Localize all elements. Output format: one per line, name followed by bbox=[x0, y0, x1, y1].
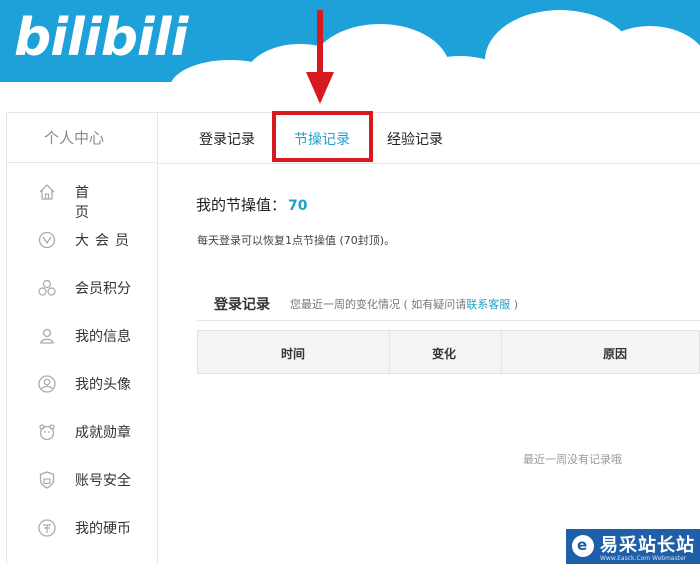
tab-experience-records[interactable]: 经验记录 bbox=[387, 129, 443, 149]
sidebar-item-label: 首 页 bbox=[75, 185, 143, 221]
integrity-hint: 每天登录可以恢复1点节操值 (70封顶)。 bbox=[197, 234, 396, 247]
column-header-change: 变化 bbox=[432, 347, 457, 361]
contact-support-link[interactable]: 联系客服 bbox=[466, 298, 510, 311]
watermark-text: 易采站长站 bbox=[600, 535, 695, 556]
sidebar-item-coins[interactable]: 我的硬币 bbox=[7, 509, 157, 549]
tab-highlight-box bbox=[272, 111, 373, 162]
column-header-time: 时间 bbox=[281, 347, 306, 361]
site-header: bilibili bbox=[0, 0, 700, 112]
sidebar-item-avatar[interactable]: 我的头像 bbox=[7, 365, 157, 405]
sidebar-item-medal[interactable]: 成就勋章 bbox=[7, 413, 157, 453]
sidebar-item-label: 我的头像 bbox=[75, 377, 131, 393]
section-subtitle: 您最近一周的变化情况 ( 如有疑问请联系客服 ) bbox=[290, 296, 518, 312]
sidebar-item-label: 会员积分 bbox=[75, 281, 131, 297]
sidebar-title: 个人中心 bbox=[7, 113, 157, 163]
sidebar-item-label: 我的硬币 bbox=[75, 521, 131, 537]
site-watermark: e 易采站长站 Www.Easck.Com Webmaster bbox=[566, 529, 700, 564]
points-icon bbox=[38, 279, 56, 296]
sidebar-item-points[interactable]: 会员积分 bbox=[7, 269, 157, 309]
tab-login-records[interactable]: 登录记录 bbox=[199, 129, 255, 149]
home-icon bbox=[39, 184, 55, 200]
column-divider bbox=[389, 331, 390, 373]
bilibili-logo[interactable]: bilibili bbox=[14, 6, 188, 70]
sidebar-item-label: 大会员 bbox=[75, 233, 135, 249]
avatar-icon bbox=[38, 375, 56, 393]
sidebar-item-home[interactable]: 首 页 bbox=[7, 173, 157, 221]
sidebar-item-label: 账号安全 bbox=[75, 473, 131, 489]
integrity-value: 70 bbox=[288, 198, 308, 214]
medal-icon bbox=[39, 424, 55, 441]
watermark-url: Www.Easck.Com Webmaster bbox=[600, 555, 687, 562]
records-table-header: 时间 变化 原因 bbox=[197, 330, 700, 374]
sidebar-item-label: 我的信息 bbox=[75, 329, 131, 345]
column-divider bbox=[501, 331, 502, 373]
sidebar-item-security[interactable]: 账号安全 bbox=[7, 461, 157, 501]
column-header-reason: 原因 bbox=[603, 347, 628, 361]
vip-icon bbox=[38, 231, 56, 249]
section-subtitle-prefix: 您最近一周的变化情况 ( 如有疑问请 bbox=[290, 298, 467, 311]
section-title: 登录记录 bbox=[214, 297, 270, 313]
sidebar-item-vip[interactable]: 大会员 bbox=[7, 221, 157, 261]
sidebar-item-info[interactable]: 我的信息 bbox=[7, 317, 157, 357]
user-icon bbox=[40, 328, 54, 344]
sidebar-item-label: 成就勋章 bbox=[75, 425, 131, 441]
watermark-logo-icon: e bbox=[572, 535, 594, 557]
integrity-value-line: 我的节操值： 70 bbox=[196, 194, 308, 215]
coin-icon bbox=[38, 519, 56, 537]
sidebar: 个人中心 首 页 大会员 会员积分 我的信息 我的头像 成就勋章 账号安全 我的… bbox=[6, 112, 158, 564]
shield-icon bbox=[39, 471, 55, 489]
section-divider bbox=[197, 320, 700, 321]
section-subtitle-suffix: ) bbox=[510, 298, 519, 311]
empty-records-message: 最近一周没有记录哦 bbox=[523, 453, 622, 466]
record-tabs: 登录记录 节操记录 经验记录 bbox=[158, 112, 700, 164]
arrow-down-icon bbox=[306, 10, 334, 104]
integrity-value-label: 我的节操值： bbox=[196, 196, 287, 214]
